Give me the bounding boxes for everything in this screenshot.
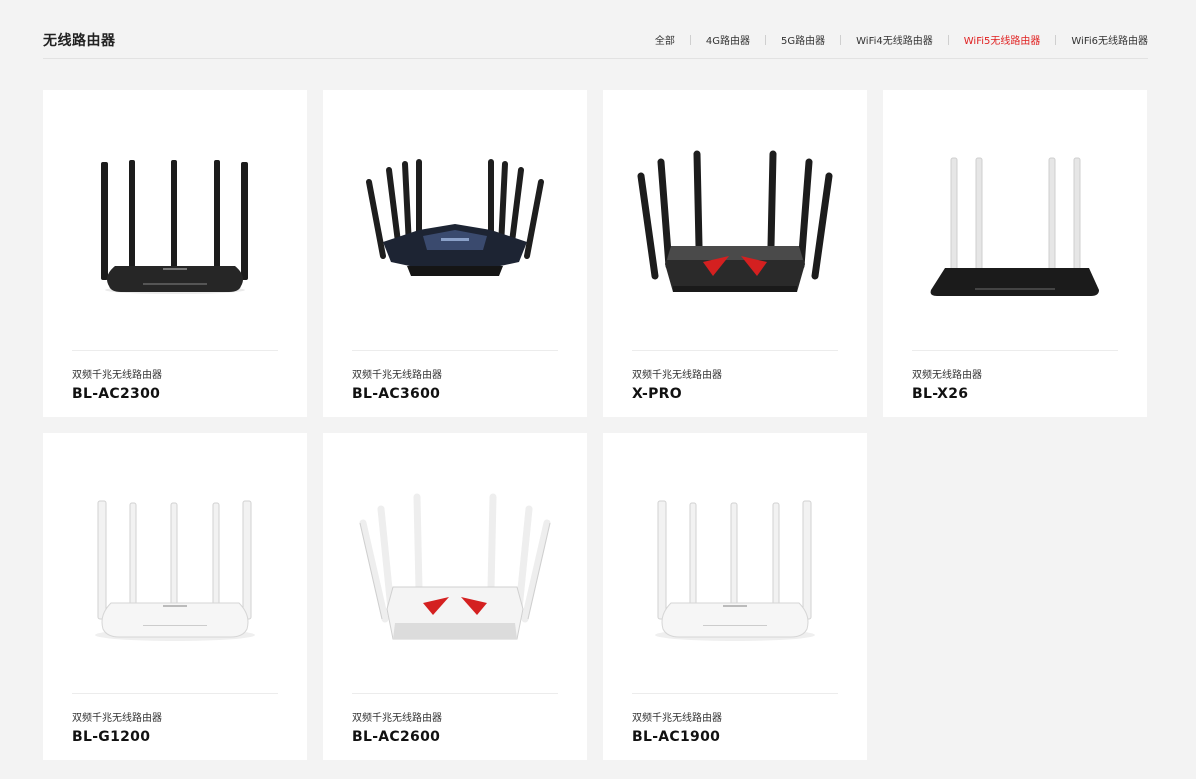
- product-model: BL-AC2300: [72, 386, 161, 402]
- router-image: [655, 500, 815, 641]
- section-title: 无线路由器: [43, 33, 116, 49]
- card-divider: [72, 350, 278, 351]
- card-divider: [632, 350, 838, 351]
- router-image: [101, 160, 248, 294]
- card-divider: [632, 693, 838, 694]
- router-image: [366, 159, 544, 276]
- tab-all[interactable]: 全部: [655, 32, 675, 47]
- tab-divider: [1055, 34, 1057, 45]
- tab-divider: [765, 34, 766, 45]
- tab-wifi6-router[interactable]: WiFi6无线路由器: [1071, 32, 1148, 47]
- tab-divider: [689, 34, 691, 45]
- product-subtitle: 双频千兆无线路由器: [72, 370, 162, 381]
- product-subtitle: 双频千兆无线路由器: [352, 370, 442, 381]
- product-card[interactable]: 双频千兆无线路由器 X-PRO: [603, 90, 867, 417]
- product-subtitle: 双频无线路由器: [912, 370, 982, 381]
- product-model: X-PRO: [632, 386, 682, 402]
- product-model: BL-AC1900: [632, 729, 721, 745]
- tab-4g-router[interactable]: 4G路由器: [706, 32, 750, 47]
- product-model: BL-X26: [912, 386, 969, 402]
- router-image: [930, 157, 1099, 296]
- product-model: BL-AC2600: [352, 729, 441, 745]
- product-card[interactable]: 双频千兆无线路由器 BL-AC1900: [603, 433, 867, 760]
- card-divider: [912, 350, 1118, 351]
- tab-wifi4-router[interactable]: WiFi4无线路由器: [856, 32, 933, 47]
- tab-divider: [840, 34, 842, 45]
- router-image: [359, 493, 551, 640]
- section-header: 无线路由器 全部 4G路由器 5G路由器 WiFi4无线路由器 WiFi5无线路…: [43, 22, 1148, 59]
- tab-divider: [947, 34, 949, 45]
- card-divider: [72, 693, 278, 694]
- product-subtitle: 双频千兆无线路由器: [72, 713, 162, 724]
- router-image: [637, 150, 833, 292]
- product-subtitle: 双频千兆无线路由器: [632, 713, 722, 724]
- product-model: BL-G1200: [72, 729, 151, 745]
- category-tabs: 全部 4G路由器 5G路由器 WiFi4无线路由器 WiFi5无线路由器 WiF…: [655, 32, 1148, 47]
- product-list-page: 无线路由器 全部 4G路由器 5G路由器 WiFi4无线路由器 WiFi5无线路…: [0, 0, 1196, 779]
- product-model: BL-AC3600: [352, 386, 441, 402]
- product-card[interactable]: 双频千兆无线路由器 BL-AC2600: [323, 433, 587, 760]
- card-divider: [352, 693, 558, 694]
- product-subtitle: 双频千兆无线路由器: [632, 370, 722, 381]
- product-card[interactable]: 双频千兆无线路由器 BL-AC2300: [43, 90, 307, 417]
- product-card[interactable]: 双频无线路由器 BL-X26: [883, 90, 1147, 417]
- product-card[interactable]: 双频千兆无线路由器 BL-AC3600: [323, 90, 587, 417]
- product-card[interactable]: 双频千兆无线路由器 BL-G1200: [43, 433, 307, 760]
- card-divider: [352, 350, 558, 351]
- router-image: [95, 500, 255, 641]
- product-subtitle: 双频千兆无线路由器: [352, 713, 442, 724]
- tab-wifi5-router[interactable]: WiFi5无线路由器: [964, 32, 1041, 47]
- tab-5g-router[interactable]: 5G路由器: [781, 32, 825, 47]
